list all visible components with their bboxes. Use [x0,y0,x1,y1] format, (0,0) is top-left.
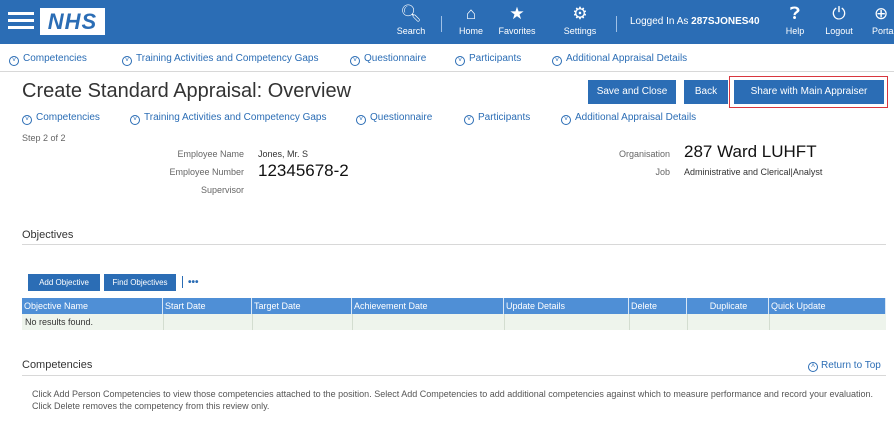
chevron-down-icon: ˅ [464,115,474,125]
col-delete: Delete [629,298,687,314]
save-and-close-button[interactable]: Save and Close [588,80,676,104]
organisation-value: 287 Ward LUHFT [684,142,817,161]
help-button[interactable]: ❓︎ Help [782,4,808,36]
back-button[interactable]: Back [684,80,728,104]
more-options-icon[interactable]: ••• [188,277,199,288]
chevron-down-icon: ˅ [130,115,140,125]
globe-icon: ⊕ [874,4,889,23]
chevron-down-icon: ˅ [122,56,132,66]
nav-participants-2[interactable]: ˅ Participants [464,112,530,125]
home-icon: ⌂ [465,4,477,23]
employee-name-label: Employee Name [177,149,244,159]
page-title: Create Standard Appraisal: Overview [22,80,352,102]
col-achievement-date[interactable]: Achievement Date [352,298,504,314]
employee-name-value: Jones, Mr. S [258,149,309,159]
logout-button[interactable]: ⏻ Logout [822,4,856,36]
add-objective-button[interactable]: Add Objective [28,274,100,291]
settings-button[interactable]: ⚙ Settings [560,4,600,36]
nav-training-2[interactable]: ˅ Training Activities and Competency Gaps [130,112,327,125]
col-update-details: Update Details [504,298,629,314]
chevron-down-icon: ˅ [356,115,366,125]
nav-training[interactable]: ˅ Training Activities and Competency Gaps [122,53,319,66]
chevron-down-icon: ˅ [561,115,571,125]
job-label: Job [655,167,670,177]
search-icon: 🔍︎ [400,4,422,23]
chevron-down-icon: ˅ [9,56,19,66]
nav-additional-details-2[interactable]: ˅ Additional Appraisal Details [561,112,696,125]
col-start-date[interactable]: Start Date [163,298,252,314]
col-duplicate: Duplicate [687,298,769,314]
chevron-down-icon: ˅ [455,56,465,66]
employee-number-label: Employee Number [169,167,244,177]
portal-button[interactable]: ⊕ Portal [868,4,894,36]
logged-in-status: Logged In As 287SJONES40 [630,16,760,27]
help-icon: ❓︎ [789,4,801,23]
competencies-instructions: Click Add Person Competencies to view th… [32,389,873,411]
nav-competencies[interactable]: ˅ Competencies [9,53,87,66]
search-button[interactable]: 🔍︎ Search [394,4,428,36]
gear-icon: ⚙ [572,4,588,23]
competencies-heading: Competencies [22,359,93,371]
empty-message: No results found. [25,317,94,327]
home-button[interactable]: ⌂ Home [454,4,488,36]
share-with-main-appraiser-button[interactable]: Share with Main Appraiser [734,80,884,104]
nav-questionnaire-2[interactable]: ˅ Questionnaire [356,112,432,125]
power-icon: ⏻ [832,4,846,23]
objectives-heading: Objectives [22,229,74,241]
step-indicator: Step 2 of 2 [22,133,66,143]
employee-number-value: 12345678-2 [258,161,349,180]
col-target-date[interactable]: Target Date [252,298,352,314]
return-to-top-link[interactable]: ˄ Return to Top [808,360,881,372]
find-objectives-button[interactable]: Find Objectives [104,274,176,291]
nav-competencies-2[interactable]: ˅ Competencies [22,112,100,125]
favorites-button[interactable]: ★ Favorites [496,4,538,36]
col-objective-name[interactable]: Objective Name [22,298,163,314]
nhs-logo: NHS [40,8,105,35]
nav-questionnaire[interactable]: ˅ Questionnaire [350,53,426,66]
username: 287SJONES40 [691,16,760,27]
job-value: Administrative and Clerical|Analyst [684,167,823,177]
menu-icon[interactable] [8,9,34,33]
chevron-down-icon: ˅ [350,56,360,66]
chevron-down-icon: ˅ [552,56,562,66]
col-quick-update: Quick Update [769,298,886,314]
chevron-down-icon: ˅ [22,115,32,125]
star-icon: ★ [509,4,525,23]
nav-participants[interactable]: ˅ Participants [455,53,521,66]
chevron-up-icon: ˄ [808,362,818,372]
organisation-label: Organisation [618,149,670,159]
nav-additional-details[interactable]: ˅ Additional Appraisal Details [552,53,687,66]
top-bar: NHS 🔍︎ Search ⌂ Home ★ Favorites ⚙ Setti… [0,0,894,44]
table-row-empty: No results found. [22,314,886,330]
supervisor-label: Supervisor [200,185,244,195]
